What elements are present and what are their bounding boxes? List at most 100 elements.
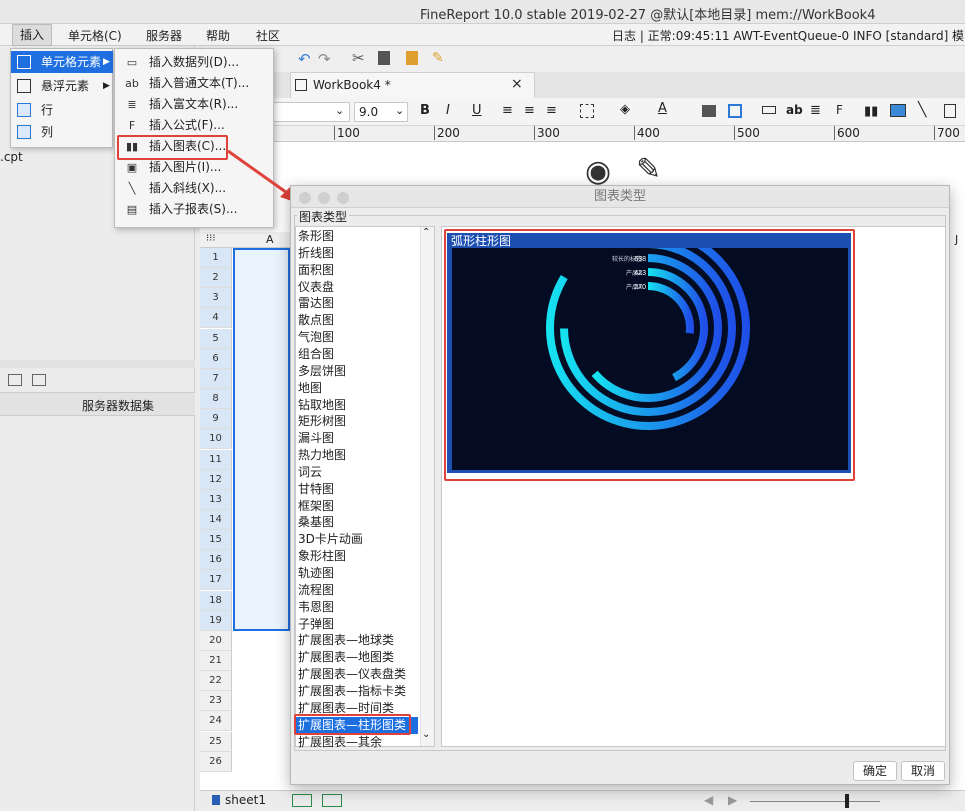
dataset-icon[interactable] xyxy=(32,374,46,386)
chart-type-item[interactable]: 甘特图 xyxy=(296,481,418,498)
chart-type-item[interactable]: 流程图 xyxy=(296,582,418,599)
italic-icon[interactable]: I xyxy=(446,103,450,118)
chart-type-item[interactable]: 扩展图表—地球类 xyxy=(296,632,418,649)
sub-report-icon[interactable] xyxy=(944,104,956,118)
minimize-window-icon[interactable] xyxy=(318,192,330,204)
splitter[interactable] xyxy=(0,360,195,368)
chart-type-item[interactable]: 词云 xyxy=(296,464,418,481)
row-header[interactable]: 5 xyxy=(200,328,232,349)
copy-icon[interactable] xyxy=(378,51,390,65)
menu-item-cell-element[interactable]: 单元格元素 ▶ xyxy=(11,51,113,73)
preview-icon[interactable] xyxy=(8,374,22,386)
ok-button[interactable]: 确定 xyxy=(853,761,897,781)
row-header[interactable]: 22 xyxy=(200,671,232,692)
close-icon[interactable]: × xyxy=(511,76,523,92)
menu-insert[interactable]: 插入 xyxy=(12,24,52,46)
row-header[interactable]: 1 xyxy=(200,248,232,268)
formula-icon[interactable]: F xyxy=(836,103,843,117)
chart-type-item[interactable]: 折线图 xyxy=(296,245,418,262)
menu-item-float-element[interactable]: 悬浮元素 ▶ xyxy=(11,75,113,97)
tab-workbook4[interactable]: WorkBook4 * × xyxy=(290,72,535,98)
submenu-item[interactable]: ≣ 插入富文本(R)... xyxy=(115,94,273,115)
chart-type-item[interactable]: 仪表盘 xyxy=(296,279,418,296)
menu-cell[interactable]: 单元格(C) xyxy=(68,27,122,44)
row-header[interactable]: 24 xyxy=(200,711,232,732)
chart-type-item[interactable]: 矩形树图 xyxy=(296,413,418,430)
chart-type-item[interactable]: 扩展图表—仪表盘类 xyxy=(296,666,418,683)
chart-type-item[interactable]: 3D卡片动画 xyxy=(296,531,418,548)
font-family-select[interactable]: ⌄ xyxy=(270,102,350,122)
align-left-icon[interactable]: ≡ xyxy=(502,103,513,118)
row-header[interactable]: 19 xyxy=(200,610,232,631)
cut-icon[interactable]: ✂ xyxy=(352,49,365,67)
selected-column-a[interactable] xyxy=(233,248,290,631)
submenu-item[interactable]: F 插入公式(F)... xyxy=(115,115,273,136)
submenu-item[interactable]: ab 插入普通文本(T)... xyxy=(115,73,273,94)
chart-type-item[interactable]: 桑基图 xyxy=(296,514,418,531)
menu-item-column[interactable]: 列 xyxy=(11,121,113,143)
chart-type-item[interactable]: 扩展图表—指标卡类 xyxy=(296,683,418,700)
sheet-tab[interactable]: sheet1 xyxy=(225,793,266,807)
row-header[interactable]: 17 xyxy=(200,570,232,591)
zoom-window-icon[interactable] xyxy=(337,192,349,204)
next-icon[interactable]: ▶ xyxy=(728,793,737,807)
add-form-sheet-icon[interactable] xyxy=(322,794,342,807)
chart-type-item[interactable]: 轨迹图 xyxy=(296,565,418,582)
format-brush-icon[interactable]: ✎ xyxy=(432,50,444,66)
image-icon[interactable] xyxy=(890,104,906,117)
chart-type-item[interactable]: 象形柱图 xyxy=(296,548,418,565)
row-header[interactable]: 16 xyxy=(200,550,232,571)
row-header[interactable]: 12 xyxy=(200,469,232,490)
menu-help[interactable]: 帮助 xyxy=(206,27,230,44)
bold-icon[interactable]: B xyxy=(420,103,430,118)
submenu-item[interactable]: ▭ 插入数据列(D)... xyxy=(115,52,273,73)
font-size-select[interactable]: 9.0 ⌄ xyxy=(354,102,408,122)
chevron-up-icon[interactable]: ⌃ xyxy=(422,227,430,238)
row-header[interactable]: 11 xyxy=(200,449,232,470)
row-header[interactable]: 21 xyxy=(200,651,232,671)
chart-type-item[interactable]: 散点图 xyxy=(296,312,418,329)
select-all-icon[interactable]: ⁝⁝⁝ xyxy=(206,233,216,244)
row-header[interactable]: 6 xyxy=(200,348,232,369)
row-header[interactable]: 15 xyxy=(200,530,232,551)
row-header[interactable]: 18 xyxy=(200,590,232,611)
zoom-handle[interactable] xyxy=(845,794,849,808)
merge-icon[interactable] xyxy=(702,105,716,117)
row-header[interactable]: 9 xyxy=(200,409,232,430)
prev-icon[interactable]: ◀ xyxy=(704,793,713,807)
chart-type-item[interactable]: 条形图 xyxy=(296,228,418,245)
chart-type-item[interactable]: 组合图 xyxy=(296,346,418,363)
chart-type-item[interactable]: 热力地图 xyxy=(296,447,418,464)
close-window-icon[interactable] xyxy=(299,192,311,204)
row-header[interactable]: 25 xyxy=(200,731,232,752)
paste-icon[interactable] xyxy=(406,51,418,65)
row-header[interactable]: 7 xyxy=(200,368,232,389)
bar-chart-icon[interactable]: ▮▮ xyxy=(864,104,878,119)
ab-text-icon[interactable]: ab xyxy=(786,103,803,117)
font-color-icon[interactable]: A xyxy=(658,101,667,116)
row-header[interactable]: 20 xyxy=(200,630,232,651)
cancel-button[interactable]: 取消 xyxy=(901,761,945,781)
zoom-slider[interactable] xyxy=(750,801,880,802)
row-header[interactable]: 2 xyxy=(200,268,232,289)
align-right-icon[interactable]: ≡ xyxy=(546,103,557,118)
file-label[interactable]: .cpt xyxy=(0,150,23,164)
border-icon[interactable] xyxy=(580,104,594,118)
chevron-down-icon[interactable]: ⌄ xyxy=(422,729,430,740)
undo-icon[interactable]: ↶ xyxy=(298,50,311,68)
rich-text-icon[interactable]: ≣ xyxy=(810,103,821,118)
chart-type-item[interactable]: 扩展图表—其余 xyxy=(296,734,418,751)
row-header[interactable]: 14 xyxy=(200,509,232,530)
menu-server[interactable]: 服务器 xyxy=(146,27,182,44)
menu-community[interactable]: 社区 xyxy=(256,27,280,44)
add-sheet-icon[interactable] xyxy=(292,794,312,807)
row-header[interactable]: 26 xyxy=(200,751,232,772)
row-header[interactable]: 3 xyxy=(200,288,232,309)
text-field-icon[interactable] xyxy=(762,106,776,114)
server-dataset-tab[interactable]: 服务器数据集 xyxy=(82,397,154,414)
menu-item-row[interactable]: 行 xyxy=(11,99,113,121)
chart-type-item[interactable]: 多层饼图 xyxy=(296,363,418,380)
diagonal-line-icon[interactable]: ╲ xyxy=(918,102,926,118)
align-center-icon[interactable]: ≡ xyxy=(524,103,535,118)
row-header[interactable]: 8 xyxy=(200,389,232,410)
